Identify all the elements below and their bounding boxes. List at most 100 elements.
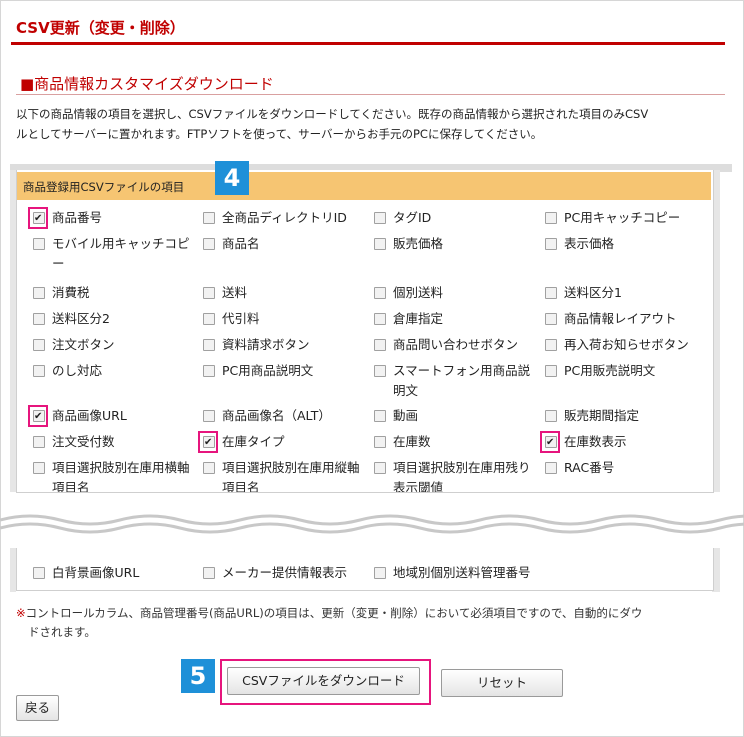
csv-item-35[interactable]: RAC番号 xyxy=(545,458,614,478)
checkbox[interactable] xyxy=(374,212,386,224)
checkbox[interactable] xyxy=(545,212,557,224)
checkbox[interactable] xyxy=(203,567,215,579)
checkbox-label: 販売期間指定 xyxy=(564,408,640,423)
checkbox-label: 再入荷お知らせボタン xyxy=(564,337,689,352)
checkbox[interactable] xyxy=(203,365,215,377)
checkbox-label: 表示価格 xyxy=(564,236,615,251)
checkbox[interactable] xyxy=(203,238,215,250)
csv-item-33[interactable]: 項目選択肢別在庫用縦軸 項目名 xyxy=(203,458,360,492)
note-mark: ※ xyxy=(16,606,26,620)
back-button[interactable]: 戻る xyxy=(16,695,59,721)
csv-item-14[interactable]: 倉庫指定 xyxy=(374,309,443,329)
lower-csv-item-2[interactable]: 地域別個別送料管理番号 xyxy=(374,563,531,583)
checkbox[interactable] xyxy=(374,287,386,299)
description: 以下の商品情報の項目を選択し、CSVファイルをダウンロードしてください。既存の商… xyxy=(16,104,736,144)
checkbox[interactable] xyxy=(545,365,557,377)
checkbox-label: 地域別個別送料管理番号 xyxy=(393,565,531,580)
reset-button[interactable]: リセット xyxy=(441,669,563,697)
csv-item-4[interactable]: モバイル用キャッチコピー xyxy=(33,234,190,274)
checkbox[interactable] xyxy=(374,462,386,474)
lower-csv-item-1[interactable]: メーカー提供情報表示 xyxy=(203,563,347,583)
csv-item-19[interactable]: 再入荷お知らせボタン xyxy=(545,335,689,355)
csv-item-34[interactable]: 項目選択肢別在庫用残り 表示閾値 xyxy=(374,458,531,492)
checkbox[interactable] xyxy=(33,567,45,579)
csv-item-11[interactable]: 送料区分1 xyxy=(545,283,622,303)
csv-item-27[interactable]: 販売期間指定 xyxy=(545,406,639,426)
checkbox-label: 項目選択肢別在庫用残り xyxy=(393,460,531,475)
checkbox[interactable] xyxy=(374,339,386,351)
csv-item-26[interactable]: 動画 xyxy=(374,406,418,426)
checkbox[interactable] xyxy=(374,365,386,377)
checkbox-label: 消費税 xyxy=(52,285,90,300)
step-badge-5: 5 xyxy=(181,659,215,693)
checkbox[interactable] xyxy=(374,238,386,250)
checkbox[interactable] xyxy=(545,339,557,351)
checkbox[interactable] xyxy=(374,410,386,422)
csv-item-25[interactable]: 商品画像名（ALT） xyxy=(203,406,331,426)
csv-item-6[interactable]: 販売価格 xyxy=(374,234,443,254)
csv-item-21[interactable]: PC用商品説明文 xyxy=(203,361,313,381)
csv-item-22[interactable]: スマートフォン用商品説 明文 xyxy=(374,361,530,401)
download-csv-button[interactable]: CSVファイルをダウンロード xyxy=(227,667,420,695)
checkbox-label: スマートフォン用商品説 xyxy=(393,363,531,378)
checkbox-label: RAC番号 xyxy=(564,460,615,475)
checkbox[interactable] xyxy=(203,410,215,422)
csv-item-18[interactable]: 商品問い合わせボタン xyxy=(374,335,518,355)
csv-item-7[interactable]: 表示価格 xyxy=(545,234,614,254)
csv-item-32[interactable]: 項目選択肢別在庫用横軸 項目名 xyxy=(33,458,190,492)
checkbox-label: 商品番号 xyxy=(52,210,103,225)
checkbox-label: 商品画像URL xyxy=(52,408,127,423)
checkbox-label: メーカー提供情報表示 xyxy=(222,565,348,580)
checkbox[interactable] xyxy=(374,436,386,448)
checkbox[interactable] xyxy=(33,287,45,299)
checkbox[interactable] xyxy=(203,339,215,351)
csv-item-13[interactable]: 代引料 xyxy=(203,309,260,329)
checkbox-label: のし対応 xyxy=(52,363,103,378)
checkbox-label: タグID xyxy=(393,210,432,225)
checkbox[interactable] xyxy=(33,436,45,448)
checkbox[interactable] xyxy=(33,365,45,377)
csv-item-10[interactable]: 個別送料 xyxy=(374,283,443,303)
checkbox[interactable] xyxy=(374,313,386,325)
checkbox-label: 代引料 xyxy=(222,311,260,326)
checkbox[interactable] xyxy=(545,287,557,299)
checkbox-label: 資料請求ボタン xyxy=(222,337,310,352)
lower-csv-item-0[interactable]: 白背景画像URL xyxy=(33,563,139,583)
csv-item-17[interactable]: 資料請求ボタン xyxy=(203,335,310,355)
csv-item-30[interactable]: 在庫数 xyxy=(374,432,431,452)
csv-item-23[interactable]: PC用販売説明文 xyxy=(545,361,655,381)
csv-item-28[interactable]: 注文受付数 xyxy=(33,432,115,452)
checkbox[interactable] xyxy=(374,567,386,579)
checkbox-label: 商品情報レイアウト xyxy=(564,311,677,326)
checkbox-label: PC用販売説明文 xyxy=(564,363,656,378)
csv-item-12[interactable]: 送料区分2 xyxy=(33,309,110,329)
checkbox[interactable] xyxy=(545,410,557,422)
checkbox-label: 個別送料 xyxy=(393,285,444,300)
checkbox[interactable] xyxy=(33,339,45,351)
checkbox[interactable] xyxy=(33,238,45,250)
csv-item-2[interactable]: タグID xyxy=(374,208,431,228)
checkbox-label: 送料区分2 xyxy=(52,311,110,326)
checkbox-label: 在庫タイプ xyxy=(222,434,285,449)
checkbox[interactable] xyxy=(33,313,45,325)
csv-item-15[interactable]: 商品情報レイアウト xyxy=(545,309,677,329)
csv-item-9[interactable]: 送料 xyxy=(203,283,247,303)
section-title: ■商品情報カスタマイズダウンロード xyxy=(20,75,274,93)
csv-item-20[interactable]: のし対応 xyxy=(33,361,102,381)
checked-highlight xyxy=(540,431,560,453)
checkbox[interactable] xyxy=(203,313,215,325)
csv-item-1[interactable]: 全商品ディレクトリID xyxy=(203,208,347,228)
checkbox[interactable] xyxy=(545,462,557,474)
checkbox[interactable] xyxy=(33,462,45,474)
csv-item-5[interactable]: 商品名 xyxy=(203,234,260,254)
checkbox-label: 在庫数表示 xyxy=(564,434,627,449)
checkbox[interactable] xyxy=(545,238,557,250)
checkbox[interactable] xyxy=(203,287,215,299)
csv-item-3[interactable]: PC用キャッチコピー xyxy=(545,208,680,228)
checkbox[interactable] xyxy=(545,313,557,325)
csv-item-8[interactable]: 消費税 xyxy=(33,283,90,303)
checkbox[interactable] xyxy=(203,212,215,224)
title-divider xyxy=(11,42,725,45)
csv-item-16[interactable]: 注文ボタン xyxy=(33,335,115,355)
checkbox[interactable] xyxy=(203,462,215,474)
